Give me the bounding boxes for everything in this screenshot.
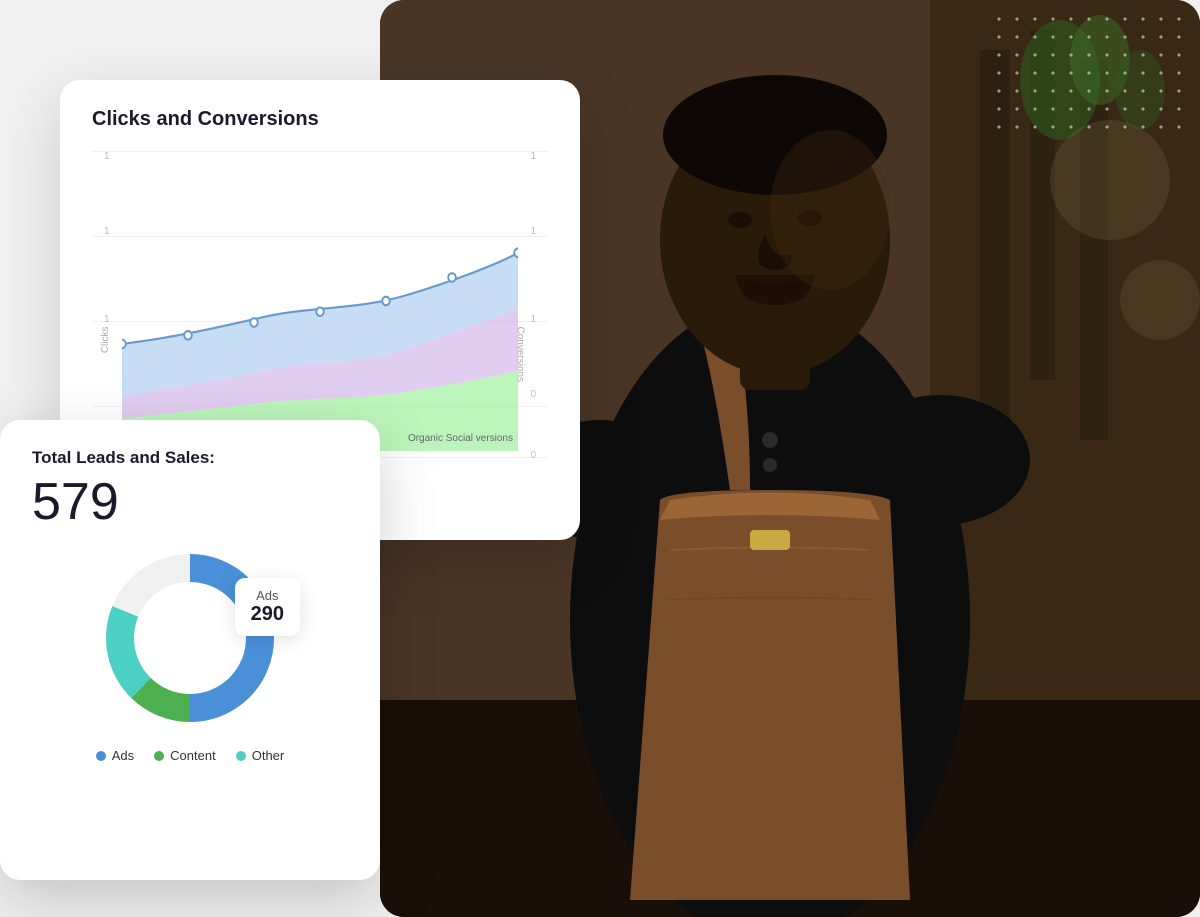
donut-svg: [100, 548, 280, 728]
legend-label-content: Content: [170, 748, 216, 763]
y-label-right-2: 1: [530, 226, 536, 237]
organic-social-label: Organic Social versions: [408, 432, 513, 446]
leads-sales-total: 579: [32, 476, 348, 528]
clicks-conversions-title: Clicks and Conversions: [92, 108, 548, 131]
tooltip-value: 290: [251, 603, 284, 626]
y-label-right-4: 0: [530, 389, 536, 400]
tooltip-label: Ads: [251, 588, 284, 603]
y-label-left-1: 1: [104, 151, 110, 162]
y-label-left-3: 1: [104, 314, 110, 325]
donut-tooltip: Ads 290: [235, 578, 300, 636]
legend-item-content: Content: [154, 748, 216, 763]
legend-item-ads: Ads: [96, 748, 134, 763]
legend-dot-other: [236, 751, 246, 761]
y-label-left-2: 1: [104, 226, 110, 237]
legend-label-other: Other: [252, 748, 285, 763]
legend-dot-ads: [96, 751, 106, 761]
legend-label-ads: Ads: [112, 748, 134, 763]
leads-sales-title: Total Leads and Sales:: [32, 448, 348, 468]
donut-legend: Ads Content Other: [32, 748, 348, 763]
dot-grid-decoration: [990, 10, 1190, 130]
legend-dot-content: [154, 751, 164, 761]
legend-item-other: Other: [236, 748, 285, 763]
y-axis-left-label: Clicks: [100, 327, 111, 354]
chart-svg: [122, 151, 518, 451]
donut-chart-container: Ads 290: [100, 548, 280, 728]
y-label-right-1: 1: [530, 151, 536, 162]
scene: Clicks and Conversions Clicks Conversion…: [0, 0, 1200, 917]
y-label-right-5: 0: [530, 450, 536, 461]
leads-sales-card: Total Leads and Sales: 579 Ads 290: [0, 420, 380, 880]
y-label-right-3: 1: [530, 314, 536, 325]
